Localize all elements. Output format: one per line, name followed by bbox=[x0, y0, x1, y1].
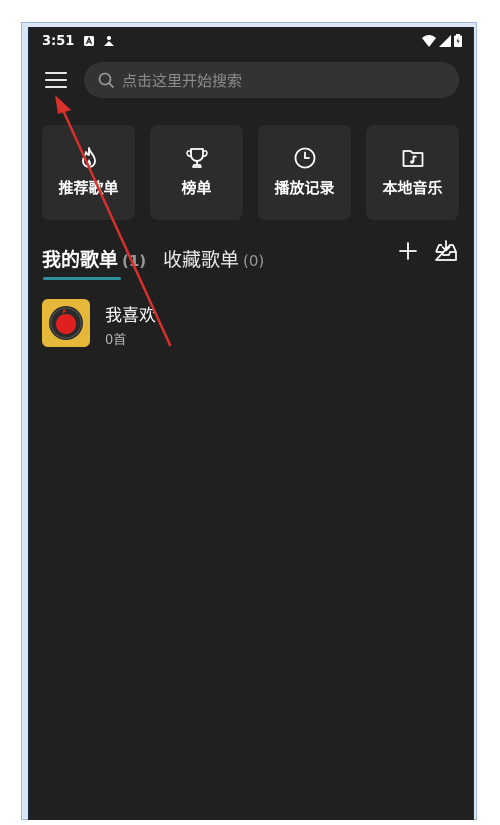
music-folder-icon bbox=[402, 150, 423, 167]
search-placeholder: 点击这里开始搜索 bbox=[122, 71, 243, 90]
tab-favorite-playlists[interactable]: 收藏歌单 (0) bbox=[163, 245, 264, 272]
menu-icon bbox=[45, 72, 67, 74]
notification-a-icon bbox=[84, 36, 94, 46]
add-playlist-button[interactable] bbox=[397, 240, 419, 262]
tab-label: 收藏歌单 bbox=[163, 249, 240, 271]
tile-label: 本地音乐 bbox=[382, 179, 443, 197]
tab-label: 我的歌单 bbox=[42, 249, 119, 271]
status-icons bbox=[422, 34, 462, 47]
status-time: 3:51 bbox=[42, 34, 75, 49]
fire-icon bbox=[81, 147, 96, 168]
tile-label: 播放记录 bbox=[274, 179, 335, 197]
import-playlist-button[interactable] bbox=[434, 240, 458, 262]
search-bar[interactable]: 点击这里开始搜索 bbox=[84, 62, 459, 98]
notification-person-icon bbox=[104, 36, 114, 46]
playlist-cover bbox=[42, 299, 90, 347]
app-screen: 3:51 点击这里开始搜索 推荐歌单 榜单 播放记录 本地音乐 我的歌单 (1)… bbox=[28, 27, 474, 820]
tile-recommended-playlists[interactable]: 推荐歌单 bbox=[42, 125, 135, 220]
tile-label: 推荐歌单 bbox=[58, 179, 119, 197]
tab-my-playlists[interactable]: 我的歌单 (1) bbox=[42, 245, 146, 272]
playlist-title: 我喜欢 bbox=[105, 306, 156, 326]
search-icon bbox=[98, 72, 114, 88]
battery-icon bbox=[454, 34, 462, 47]
wifi-icon bbox=[422, 34, 436, 47]
active-tab-indicator bbox=[43, 277, 121, 280]
tile-charts[interactable]: 榜单 bbox=[150, 125, 243, 220]
status-bar: 3:51 bbox=[29, 27, 473, 57]
menu-button[interactable] bbox=[45, 72, 67, 90]
playlist-song-count: 0首 bbox=[105, 333, 127, 348]
clock-icon bbox=[294, 147, 315, 169]
tile-play-history[interactable]: 播放记录 bbox=[258, 125, 351, 220]
tab-count: (1) bbox=[122, 252, 147, 270]
tile-local-music[interactable]: 本地音乐 bbox=[366, 125, 459, 220]
quick-access-tiles: 推荐歌单 榜单 播放记录 本地音乐 bbox=[42, 125, 460, 221]
heart-record-icon bbox=[49, 306, 83, 340]
signal-icon bbox=[439, 34, 451, 47]
playlist-item[interactable]: 我喜欢 0首 bbox=[42, 299, 460, 349]
tile-label: 榜单 bbox=[181, 179, 212, 197]
tab-count: (0) bbox=[243, 252, 265, 270]
trophy-icon bbox=[185, 148, 208, 168]
